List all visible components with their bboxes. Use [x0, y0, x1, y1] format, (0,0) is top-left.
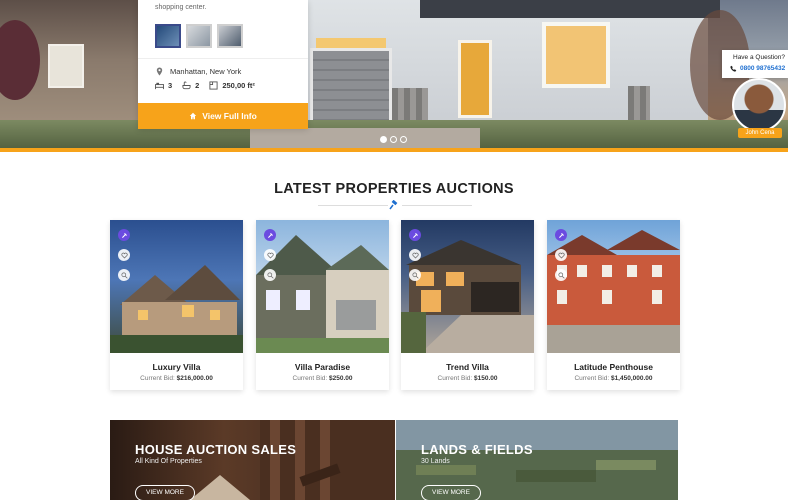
property-name[interactable]: Latitude Penthouse	[547, 362, 680, 372]
gavel-action-icon[interactable]	[555, 229, 567, 241]
view-more-button[interactable]: VIEW MORE	[421, 485, 481, 500]
agent-avatar[interactable]	[732, 78, 786, 132]
property-image[interactable]	[547, 220, 680, 353]
hero-front-door	[458, 40, 492, 118]
property-image[interactable]	[110, 220, 243, 353]
contact-box: Have a Question? 0800 98765432	[722, 50, 788, 78]
property-info-card: shopping center. Manhattan, New York 3 2…	[138, 0, 308, 129]
heart-icon[interactable]	[409, 249, 421, 261]
property-cards: Luxury Villa Current Bid: $216,000.00 Vi…	[110, 220, 682, 392]
property-card[interactable]: Trend Villa Current Bid: $150.00	[401, 220, 534, 390]
property-bid: Current Bid: $1,450,000.00	[574, 375, 653, 382]
house-auction-banner[interactable]: HOUSE AUCTION SALES All Kind Of Properti…	[110, 420, 395, 500]
phone-icon	[730, 65, 737, 72]
baths-spec: 2	[182, 81, 199, 90]
property-bid: Current Bid: $216,000.00	[140, 375, 213, 382]
gavel-action-icon[interactable]	[409, 229, 421, 241]
section-title: LATEST PROPERTIES AUCTIONS	[274, 181, 514, 197]
hero-garage	[310, 48, 392, 130]
gavel-icon	[389, 200, 398, 210]
beds-spec: 3	[155, 81, 172, 90]
area-spec: 250,00 ft²	[209, 81, 255, 90]
property-card[interactable]: Villa Paradise Current Bid: $250.00	[256, 220, 389, 390]
location-text: Manhattan, New York	[170, 67, 242, 76]
title-divider-left	[318, 205, 388, 206]
zoom-icon[interactable]	[409, 269, 421, 281]
banner-subtitle: All Kind Of Properties	[135, 458, 202, 465]
view-more-button[interactable]: VIEW MORE	[135, 485, 195, 500]
hero-slider: shopping center. Manhattan, New York 3 2…	[0, 0, 788, 152]
slider-dot-2[interactable]	[390, 136, 397, 143]
bath-icon	[182, 81, 191, 90]
zoom-icon[interactable]	[555, 269, 567, 281]
property-name[interactable]: Luxury Villa	[110, 362, 243, 372]
property-image[interactable]	[256, 220, 389, 353]
map-pin-icon	[156, 67, 163, 76]
lands-fields-banner[interactable]: LANDS & FIELDS 30 Lands VIEW MORE	[396, 420, 678, 500]
home-icon	[189, 112, 197, 120]
banner-title: HOUSE AUCTION SALES	[135, 442, 297, 457]
property-card[interactable]: Luxury Villa Current Bid: $216,000.00	[110, 220, 243, 390]
property-image[interactable]	[401, 220, 534, 353]
property-card[interactable]: Latitude Penthouse Current Bid: $1,450,0…	[547, 220, 680, 390]
property-name[interactable]: Villa Paradise	[256, 362, 389, 372]
property-description: shopping center.	[155, 4, 207, 11]
slider-dot-3[interactable]	[400, 136, 407, 143]
gavel-action-icon[interactable]	[118, 229, 130, 241]
thumbnail-3[interactable]	[217, 24, 243, 48]
area-icon	[209, 81, 218, 90]
zoom-icon[interactable]	[264, 269, 276, 281]
thumbnail-2[interactable]	[186, 24, 212, 48]
bed-icon	[155, 82, 164, 90]
agent-name-badge: John Cena	[738, 128, 782, 138]
property-bid: Current Bid: $250.00	[292, 375, 353, 382]
thumbnail-1[interactable]	[155, 24, 181, 48]
slider-dot-1[interactable]	[380, 136, 387, 143]
title-divider-right	[402, 205, 472, 206]
heart-icon[interactable]	[555, 249, 567, 261]
property-thumbnails	[155, 24, 243, 48]
gavel-action-icon[interactable]	[264, 229, 276, 241]
contact-phone[interactable]: 0800 98765432	[730, 65, 785, 72]
property-name[interactable]: Trend Villa	[401, 362, 534, 372]
zoom-icon[interactable]	[118, 269, 130, 281]
property-bid: Current Bid: $150.00	[437, 375, 498, 382]
heart-icon[interactable]	[264, 249, 276, 261]
property-location: Manhattan, New York	[155, 67, 241, 76]
heart-icon[interactable]	[118, 249, 130, 261]
view-full-info-button[interactable]: View Full Info	[138, 103, 308, 129]
banner-title: LANDS & FIELDS	[421, 442, 533, 457]
banner-subtitle: 30 Lands	[421, 458, 450, 465]
property-specs: 3 2 250,00 ft²	[155, 81, 255, 90]
slider-dots	[380, 136, 407, 143]
contact-question: Have a Question?	[733, 54, 786, 61]
